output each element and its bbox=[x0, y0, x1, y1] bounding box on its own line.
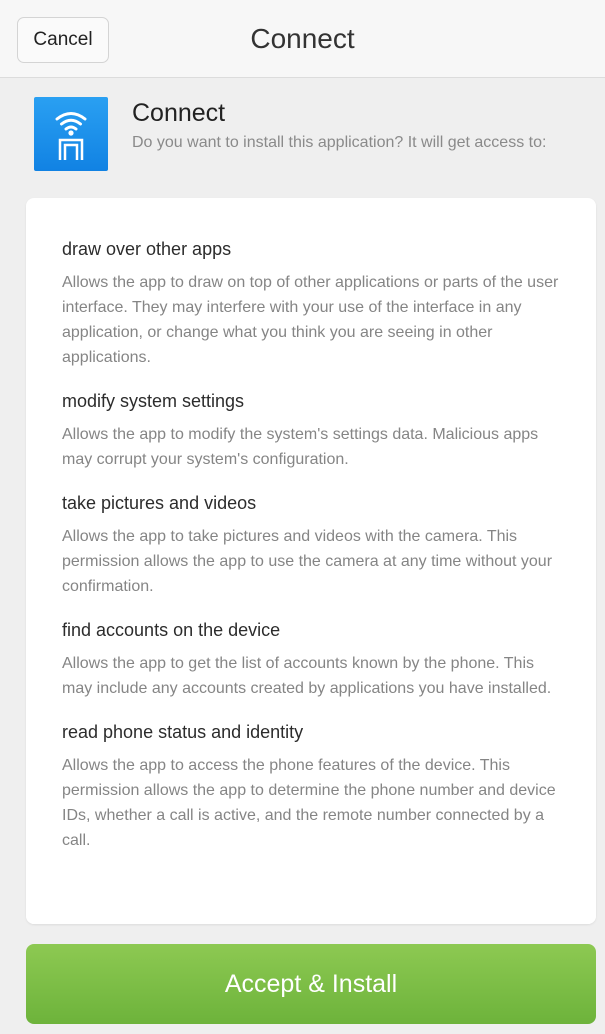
permission-item: draw over other apps Allows the app to d… bbox=[62, 237, 567, 370]
permission-title: read phone status and identity bbox=[62, 722, 304, 742]
permission-title: modify system settings bbox=[62, 391, 245, 411]
permission-description: Allows the app to take pictures and vide… bbox=[62, 528, 553, 595]
app-icon bbox=[34, 97, 108, 171]
install-prompt: Do you want to install this application?… bbox=[132, 134, 547, 151]
scroll-fade bbox=[26, 864, 596, 924]
permission-item: take pictures and videos Allows the app … bbox=[62, 491, 567, 599]
wifi-door-icon bbox=[55, 112, 87, 160]
permission-description: Allows the app to draw on top of other a… bbox=[62, 274, 559, 366]
app-name: Connect bbox=[132, 99, 226, 127]
permission-description: Allows the app to get the list of accoun… bbox=[62, 655, 552, 697]
permission-title: take pictures and videos bbox=[62, 493, 257, 513]
permission-title: draw over other apps bbox=[62, 239, 232, 259]
permission-description: Allows the app to modify the system's se… bbox=[62, 426, 539, 468]
permissions-list: draw over other apps Allows the app to d… bbox=[62, 237, 567, 872]
accept-install-button[interactable]: Accept & Install bbox=[26, 944, 596, 1024]
permission-description: Allows the app to access the phone featu… bbox=[62, 757, 556, 849]
permissions-panel[interactable]: draw over other apps Allows the app to d… bbox=[26, 198, 596, 924]
permission-item: read phone status and identity Allows th… bbox=[62, 720, 567, 853]
permission-title: find accounts on the device bbox=[62, 620, 281, 640]
permission-item: modify system settings Allows the app to… bbox=[62, 389, 567, 472]
cancel-button[interactable]: Cancel bbox=[17, 17, 109, 63]
app-header: Connect Do you want to install this appl… bbox=[0, 78, 605, 194]
permission-item: find accounts on the device Allows the a… bbox=[62, 618, 567, 701]
top-bar: Cancel Connect bbox=[0, 0, 605, 78]
